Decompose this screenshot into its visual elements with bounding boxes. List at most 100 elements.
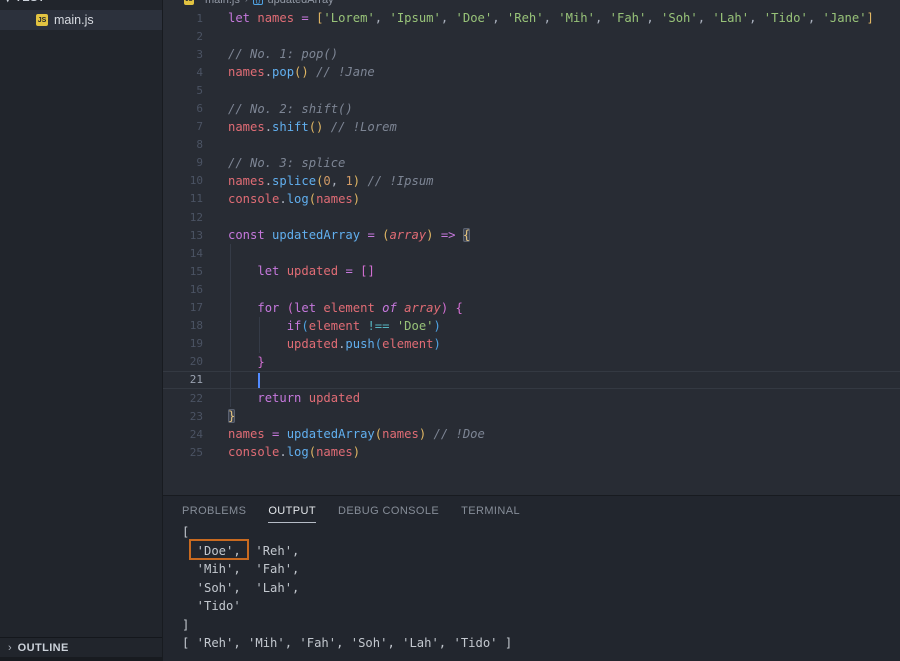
- code-text: }: [203, 409, 235, 423]
- output-line: 'Mih', 'Fah',: [182, 560, 512, 579]
- file-item-label: main.js: [54, 13, 94, 27]
- panel-tab-output[interactable]: OUTPUT: [268, 505, 316, 523]
- line-number: 18: [163, 319, 203, 332]
- sidebar-bottom-strip: [0, 657, 162, 661]
- explorer-sidebar: ▾ TEST JS main.js › OUTLINE: [0, 0, 163, 661]
- code-line[interactable]: 22 return updated: [163, 389, 900, 407]
- code-line[interactable]: 18 if(element !== 'Doe'): [163, 317, 900, 335]
- code-line[interactable]: 10names.splice(0, 1) // !Ipsum: [163, 172, 900, 190]
- line-number: 13: [163, 229, 203, 242]
- js-file-icon: JS: [36, 14, 48, 26]
- indent-guide: [259, 317, 260, 353]
- code-line[interactable]: 1let names = ['Lorem', 'Ipsum', 'Doe', '…: [163, 9, 900, 27]
- code-line[interactable]: 6// No. 2: shift(): [163, 99, 900, 117]
- line-number: 17: [163, 301, 203, 314]
- line-number: 2: [163, 30, 203, 43]
- line-number: 25: [163, 446, 203, 459]
- code-line[interactable]: 25console.log(names): [163, 443, 900, 461]
- code-line[interactable]: 21: [163, 371, 900, 389]
- code-text: // No. 2: shift(): [203, 102, 353, 116]
- output-console[interactable]: [ 'Doe', 'Reh', 'Mih', 'Fah', 'Soh', 'La…: [182, 523, 512, 653]
- text-cursor: [258, 373, 260, 388]
- panel-tab-terminal[interactable]: TERMINAL: [461, 505, 520, 523]
- folder-header-test[interactable]: ▾ TEST: [0, 0, 162, 7]
- code-text: return updated: [203, 391, 360, 405]
- chevron-right-icon: ›: [245, 0, 248, 5]
- outline-label: OUTLINE: [18, 642, 69, 654]
- code-text: updated.push(element): [203, 337, 441, 351]
- code-text: for (let element of array) {: [203, 301, 463, 315]
- bottom-panel: PROBLEMS OUTPUT DEBUG CONSOLE TERMINAL [ 'D…: [163, 495, 900, 661]
- panel-tab-bar: PROBLEMS OUTPUT DEBUG CONSOLE TERMINAL: [163, 496, 900, 523]
- code-text: // No. 1: pop(): [203, 47, 338, 61]
- code-line[interactable]: 20 }: [163, 353, 900, 371]
- code-line[interactable]: 19 updated.push(element): [163, 335, 900, 353]
- code-text: }: [203, 355, 265, 369]
- line-number: 9: [163, 156, 203, 169]
- code-text: if(element !== 'Doe'): [203, 319, 441, 333]
- indent-guide: [230, 244, 231, 407]
- code-line[interactable]: 12: [163, 208, 900, 226]
- output-line: 'Tido': [182, 597, 512, 616]
- code-line[interactable]: 3// No. 1: pop(): [163, 45, 900, 63]
- outline-section-header[interactable]: › OUTLINE: [0, 637, 162, 657]
- code-text: console.log(names): [203, 445, 360, 459]
- code-text: names.splice(0, 1) // !Ipsum: [203, 174, 434, 188]
- folder-name: TEST: [15, 0, 45, 4]
- line-number: 10: [163, 174, 203, 187]
- line-number: 11: [163, 192, 203, 205]
- output-line: 'Doe', 'Reh',: [182, 542, 512, 561]
- code-line[interactable]: 8: [163, 136, 900, 154]
- code-line[interactable]: 14: [163, 244, 900, 262]
- code-line[interactable]: 9// No. 3: splice: [163, 154, 900, 172]
- line-number: 5: [163, 84, 203, 97]
- code-editor[interactable]: 1let names = ['Lorem', 'Ipsum', 'Doe', '…: [163, 9, 900, 495]
- line-number: 12: [163, 211, 203, 224]
- line-number: 19: [163, 337, 203, 350]
- code-text: console.log(names): [203, 192, 360, 206]
- code-text: names.shift() // !Lorem: [203, 120, 397, 134]
- line-number: 4: [163, 66, 203, 79]
- code-lines: 1let names = ['Lorem', 'Ipsum', 'Doe', '…: [163, 9, 900, 461]
- breadcrumb[interactable]: JS main.js › {} updatedArray: [163, 0, 900, 9]
- line-number: 20: [163, 355, 203, 368]
- chevron-right-icon: ›: [8, 642, 12, 654]
- line-number: 7: [163, 120, 203, 133]
- line-number: 14: [163, 247, 203, 260]
- code-line[interactable]: 13const updatedArray = (array) => {: [163, 226, 900, 244]
- line-number: 8: [163, 138, 203, 151]
- line-number: 21: [163, 373, 203, 386]
- line-number: 15: [163, 265, 203, 278]
- code-text: names.pop() // !Jane: [203, 65, 375, 79]
- code-text: names = updatedArray(names) // !Doe: [203, 427, 485, 441]
- code-line[interactable]: 17 for (let element of array) {: [163, 299, 900, 317]
- line-number: 22: [163, 392, 203, 405]
- panel-tab-debug-console[interactable]: DEBUG CONSOLE: [338, 505, 439, 523]
- code-line[interactable]: 23}: [163, 407, 900, 425]
- output-line: [ 'Reh', 'Mih', 'Fah', 'Soh', 'Lah', 'Ti…: [182, 634, 512, 653]
- code-line[interactable]: 4names.pop() // !Jane: [163, 63, 900, 81]
- line-number: 3: [163, 48, 203, 61]
- code-line[interactable]: 7names.shift() // !Lorem: [163, 118, 900, 136]
- chevron-down-icon: ▾: [5, 0, 11, 5]
- code-line[interactable]: 16: [163, 280, 900, 298]
- file-item-mainjs[interactable]: JS main.js: [0, 10, 162, 30]
- line-number: 1: [163, 12, 203, 25]
- code-text: const updatedArray = (array) => {: [203, 228, 470, 242]
- breadcrumb-symbol[interactable]: updatedArray: [268, 0, 334, 6]
- output-line: 'Soh', 'Lah',: [182, 579, 512, 598]
- code-line[interactable]: 5: [163, 81, 900, 99]
- code-line[interactable]: 2: [163, 27, 900, 45]
- code-text: // No. 3: splice: [203, 156, 345, 170]
- code-line[interactable]: 24names = updatedArray(names) // !Doe: [163, 425, 900, 443]
- output-line: ]: [182, 616, 512, 635]
- code-text: let updated = []: [203, 264, 375, 278]
- output-line: [: [182, 523, 512, 542]
- panel-tab-problems[interactable]: PROBLEMS: [182, 505, 246, 523]
- code-line[interactable]: 15 let updated = []: [163, 262, 900, 280]
- line-number: 6: [163, 102, 203, 115]
- code-line[interactable]: 11console.log(names): [163, 190, 900, 208]
- line-number: 16: [163, 283, 203, 296]
- breadcrumb-file[interactable]: main.js: [205, 0, 240, 6]
- line-number: 23: [163, 410, 203, 423]
